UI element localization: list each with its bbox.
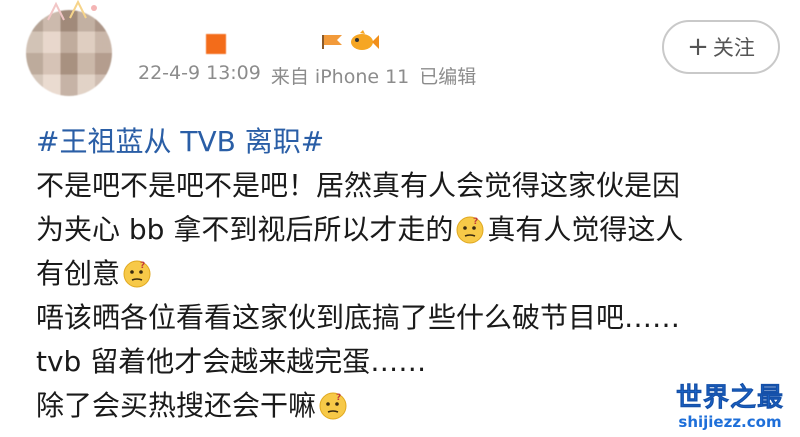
weibo-post: 22-4-9 13:09 来自 iPhone 11 已编辑 + 关注 #王祖蓝从… (0, 0, 800, 437)
post-meta: 22-4-9 13:09 来自 iPhone 11 已编辑 (138, 62, 476, 89)
thinking-face-icon: ? (123, 260, 151, 288)
user-badges (322, 30, 380, 52)
post-timestamp: 22-4-9 13:09 (138, 62, 261, 84)
username-censored[interactable] (206, 34, 226, 54)
topic-link[interactable]: #王祖蓝从 TVB 离职# (36, 120, 324, 164)
avatar-decoration-icon (47, 0, 97, 21)
post-body: #王祖蓝从 TVB 离职# 不是吧不是吧不是吧！居然真有人会觉得这家伙是因 为夹… (36, 120, 776, 428)
watermark-title: 世界之最 (675, 383, 784, 414)
svg-text:?: ? (336, 393, 341, 403)
follow-button[interactable]: + 关注 (662, 20, 780, 74)
fish-badge-icon (351, 30, 379, 50)
avatar-mosaic (26, 10, 112, 96)
body-line-1: 不是吧不是吧不是吧！居然真有人会觉得这家伙是因 (36, 164, 776, 208)
body-line-6: 除了会买热搜还会干嘛 ? (36, 384, 776, 428)
post-edited[interactable]: 已编辑 (419, 62, 476, 89)
body-line-4: 唔该晒各位看看这家伙到底搞了些什么破节目吧…… (36, 296, 776, 340)
body-text-2a: 为夹心 bb 拿不到视后所以才走的 (36, 213, 454, 246)
thinking-face-icon: ? (456, 216, 484, 244)
plus-icon: + (687, 32, 709, 62)
body-text-6: 除了会买热搜还会干嘛 (36, 389, 317, 422)
user-avatar[interactable] (26, 10, 112, 96)
body-line-5: tvb 留着他才会越来越完蛋…… (36, 340, 776, 384)
thinking-face-icon: ? (319, 392, 347, 420)
svg-text:?: ? (140, 261, 145, 271)
site-watermark: 世界之最 shijiezz.com (670, 383, 790, 431)
body-text-5: tvb 留着他才会越来越完蛋…… (36, 345, 427, 378)
watermark-domain: shijiezz.com (678, 413, 782, 431)
body-line-topic: #王祖蓝从 TVB 离职# (36, 120, 776, 164)
follow-label: 关注 (712, 36, 755, 60)
body-text-2b: 真有人觉得这人 (487, 213, 684, 246)
body-text-1: 不是吧不是吧不是吧！居然真有人会觉得这家伙是因 (36, 169, 681, 202)
body-line-3: 有创意 ? (36, 252, 776, 296)
body-text-3: 有创意 (36, 257, 121, 290)
body-text-4: 唔该晒各位看看这家伙到底搞了些什么破节目吧…… (36, 301, 681, 334)
post-source[interactable]: 来自 iPhone 11 (271, 62, 409, 89)
body-line-2: 为夹心 bb 拿不到视后所以才走的 ? 真有人觉得这人 (36, 208, 776, 252)
svg-text:?: ? (473, 217, 478, 227)
flag-badge-icon (322, 35, 342, 49)
